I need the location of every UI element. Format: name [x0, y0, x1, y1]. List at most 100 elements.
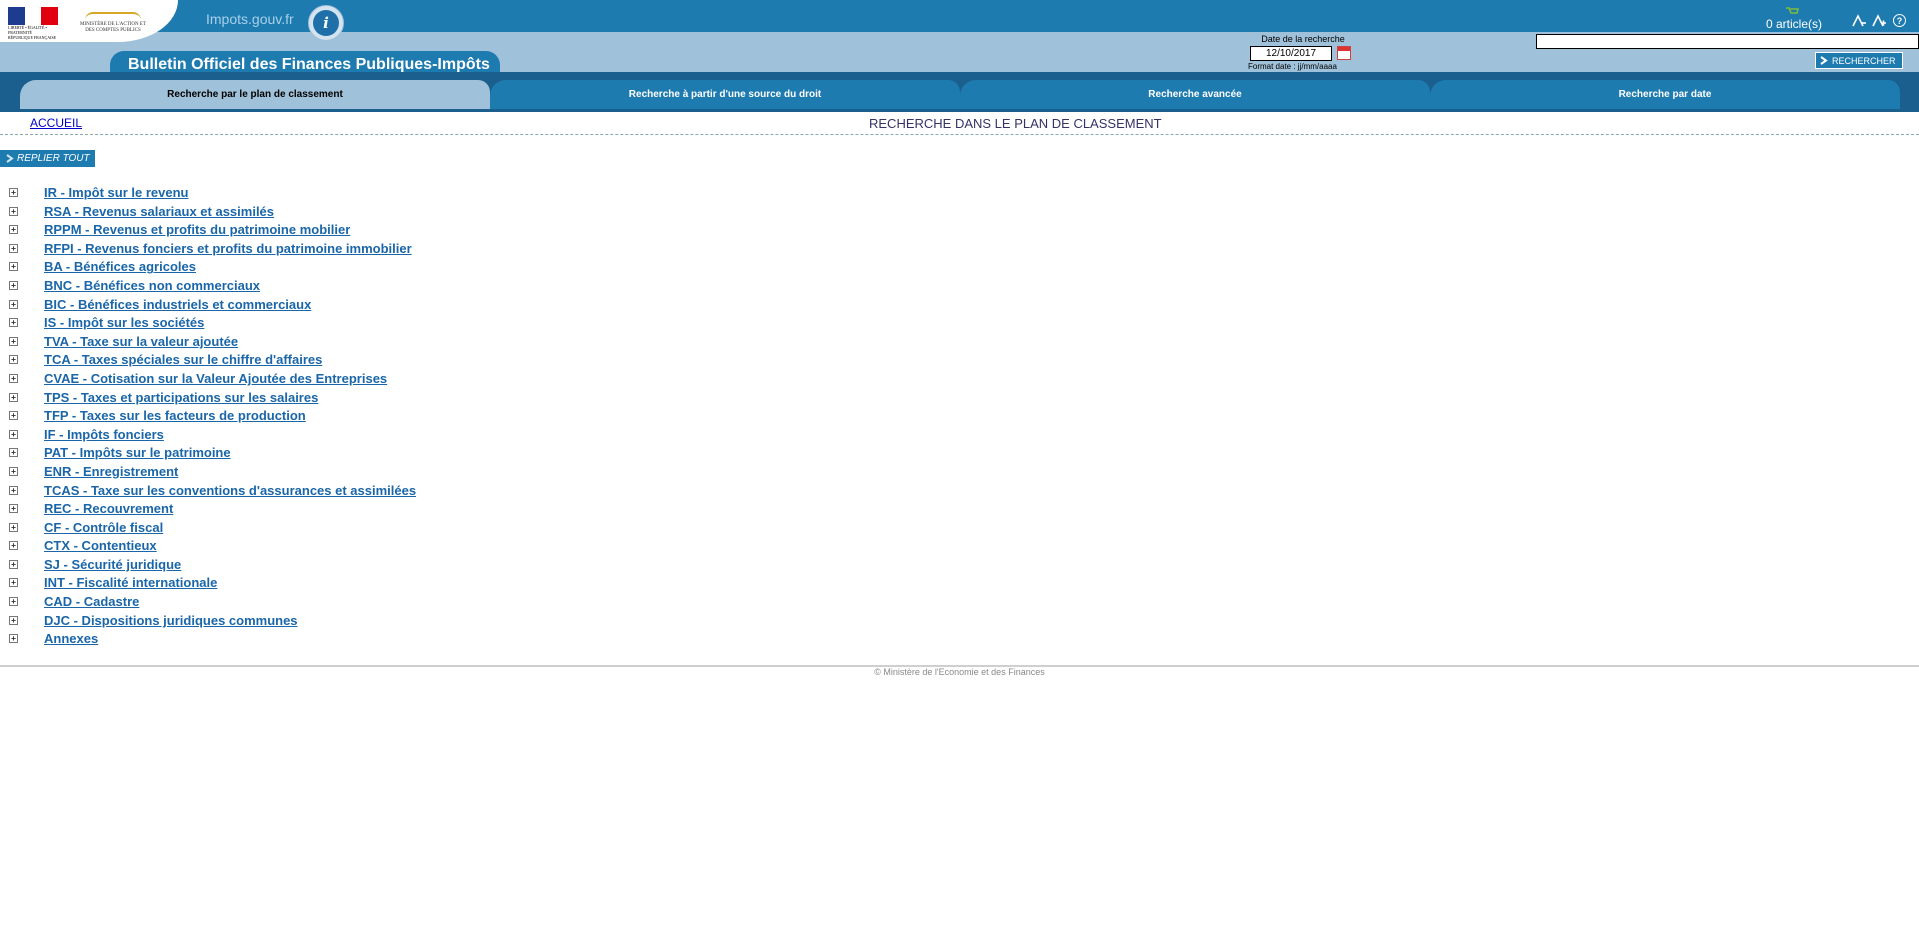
tree-item: + REC - Recouvrement — [0, 500, 600, 519]
tree-item-link[interactable]: RFPI - Revenus fonciers et profits du pa… — [44, 241, 412, 256]
increase-text-icon[interactable] — [1871, 14, 1887, 28]
tree-item: + DJC - Dispositions juridiques communes — [0, 612, 600, 631]
tab-label: Recherche à partir d'une source du droit — [628, 89, 822, 100]
tree-item-link[interactable]: REC - Recouvrement — [44, 501, 173, 516]
tree-item-link[interactable]: TVA - Taxe sur la valeur ajoutée — [44, 334, 238, 349]
collapse-all-button[interactable]: REPLIER TOUT — [0, 150, 95, 167]
tree-item-link[interactable]: INT - Fiscalité internationale — [44, 575, 217, 590]
tree-item-link[interactable]: IR - Impôt sur le revenu — [44, 185, 188, 200]
expand-plus-icon[interactable]: + — [9, 206, 18, 216]
tree-item-link[interactable]: SJ - Sécurité juridique — [44, 557, 181, 572]
tree-item-link[interactable]: Annexes — [44, 631, 98, 646]
tree-item: + TCA - Taxes spéciales sur le chiffre d'… — [0, 351, 600, 370]
tree-item-link[interactable]: TFP - Taxes sur les facteurs de producti… — [44, 408, 306, 423]
expand-plus-icon[interactable]: + — [9, 225, 18, 235]
expand-plus-icon[interactable]: + — [9, 280, 18, 290]
classification-tree: + IR - Impôt sur le revenu + RSA - Revenus … — [0, 184, 600, 649]
tree-item-link[interactable]: TCAS - Taxe sur les conventions d'assura… — [44, 483, 416, 498]
expand-plus-icon[interactable]: + — [9, 299, 18, 309]
tab-label: Recherche par le plan de classement — [167, 89, 343, 100]
expand-plus-icon[interactable]: + — [9, 355, 18, 365]
expand-plus-icon[interactable]: + — [9, 411, 18, 421]
republic-name: République Française — [8, 35, 57, 40]
expand-plus-icon[interactable]: + — [9, 541, 18, 551]
tree-item: + RSA - Revenus salariaux et assimilés — [0, 203, 600, 222]
expand-plus-icon[interactable]: + — [9, 373, 18, 383]
search-button[interactable]: RECHERCHER — [1815, 52, 1903, 69]
expand-plus-icon[interactable]: + — [9, 466, 18, 476]
tree-item-link[interactable]: DJC - Dispositions juridiques communes — [44, 613, 298, 628]
expand-plus-icon[interactable]: + — [9, 429, 18, 439]
tree-item-link[interactable]: CTX - Contentieux — [44, 538, 157, 553]
tree-item-link[interactable]: CAD - Cadastre — [44, 594, 139, 609]
tree-item-link[interactable]: RSA - Revenus salariaux et assimilés — [44, 204, 274, 219]
calendar-icon[interactable] — [1337, 46, 1351, 60]
tree-item: + CVAE - Cotisation sur la Valeur Ajoutée… — [0, 370, 600, 389]
tree-item: + TFP - Taxes sur les facteurs de product… — [0, 407, 600, 426]
expand-plus-icon[interactable]: + — [9, 485, 18, 495]
french-flag-icon — [8, 7, 59, 25]
arrow-right-icon — [1820, 56, 1828, 65]
tree-item-link[interactable]: CVAE - Cotisation sur la Valeur Ajoutée … — [44, 371, 387, 386]
tab-date-search[interactable]: Recherche par date — [1430, 80, 1900, 109]
tree-item-link[interactable]: BIC - Bénéfices industriels et commercia… — [44, 297, 311, 312]
tree-item-link[interactable]: TCA - Taxes spéciales sur le chiffre d'a… — [44, 352, 322, 367]
tree-item: + TVA - Taxe sur la valeur ajoutée — [0, 333, 600, 352]
tree-item: + INT - Fiscalité internationale — [0, 574, 600, 593]
tree-item: + ENR - Enregistrement — [0, 463, 600, 482]
expand-plus-icon[interactable]: + — [9, 243, 18, 253]
expand-plus-icon[interactable]: + — [9, 262, 18, 272]
help-icon[interactable]: ? — [1893, 14, 1906, 27]
breadcrumb: ACCUEIL RECHERCHE DANS LE PLAN DE CLASSE… — [0, 112, 1919, 135]
search-input[interactable] — [1536, 34, 1919, 49]
tree-item: + CTX - Contentieux — [0, 537, 600, 556]
expand-plus-icon[interactable]: + — [9, 615, 18, 625]
expand-plus-icon[interactable]: + — [9, 504, 18, 514]
expand-plus-icon[interactable]: + — [9, 318, 18, 328]
expand-plus-icon[interactable]: + — [9, 578, 18, 588]
tree-item-link[interactable]: TPS - Taxes et participations sur les sa… — [44, 390, 318, 405]
decrease-text-icon[interactable] — [1851, 14, 1867, 28]
info-icon[interactable]: i — [308, 5, 344, 41]
tree-item-link[interactable]: IS - Impôt sur les sociétés — [44, 315, 204, 330]
tree-item: + IR - Impôt sur le revenu — [0, 184, 600, 203]
tree-item: + TPS - Taxes et participations sur les s… — [0, 389, 600, 408]
republic-motto: Liberté • Égalité • Fraternité — [8, 25, 47, 35]
expand-plus-icon[interactable]: + — [9, 634, 18, 644]
tree-item-link[interactable]: IF - Impôts fonciers — [44, 427, 164, 442]
tree-item-link[interactable]: BA - Bénéfices agricoles — [44, 259, 196, 274]
tab-label: Recherche par date — [1618, 89, 1712, 100]
expand-plus-icon[interactable]: + — [9, 597, 18, 607]
date-input[interactable] — [1250, 46, 1332, 61]
logo-area: Liberté • Égalité • Fraternité Républiqu… — [0, 0, 178, 42]
tree-item: + RFPI - Revenus fonciers et profits du p… — [0, 240, 600, 259]
site-name-link[interactable]: Impots.gouv.fr — [206, 11, 294, 27]
cart-count[interactable]: 0 article(s) — [1766, 17, 1822, 31]
tree-item: + TCAS - Taxe sur les conventions d'assur… — [0, 482, 600, 501]
tree-item: + BA - Bénéfices agricoles — [0, 258, 600, 277]
tree-item-link[interactable]: ENR - Enregistrement — [44, 464, 178, 479]
tree-item: + PAT - Impôts sur le patrimoine — [0, 444, 600, 463]
tree-item-link[interactable]: CF - Contrôle fiscal — [44, 520, 163, 535]
tab-advanced-search[interactable]: Recherche avancée — [960, 80, 1430, 109]
tab-classification-plan[interactable]: Recherche par le plan de classement — [20, 80, 490, 109]
tree-item: + IS - Impôt sur les sociétés — [0, 314, 600, 333]
expand-plus-icon[interactable]: + — [9, 448, 18, 458]
ministry-logo[interactable]: Ministère de l'action et des comptes pub… — [75, 12, 151, 34]
tree-item: + SJ - Sécurité juridique — [0, 556, 600, 575]
home-link[interactable]: ACCUEIL — [30, 116, 82, 130]
tree-item-link[interactable]: BNC - Bénéfices non commerciaux — [44, 278, 260, 293]
expand-plus-icon[interactable]: + — [9, 336, 18, 346]
expand-plus-icon[interactable]: + — [9, 392, 18, 402]
expand-plus-icon[interactable]: + — [9, 522, 18, 532]
expand-plus-icon[interactable]: + — [9, 188, 18, 197]
ministry-name: Ministère de l'action et des comptes pub… — [79, 22, 147, 33]
arrow-right-icon — [6, 154, 14, 163]
tab-law-source[interactable]: Recherche à partir d'une source du droit — [490, 80, 960, 109]
ministry-arc-icon — [85, 12, 141, 20]
tree-item-link[interactable]: PAT - Impôts sur le patrimoine — [44, 445, 231, 460]
expand-plus-icon[interactable]: + — [9, 559, 18, 569]
republique-francaise-logo[interactable]: Liberté • Égalité • Fraternité Républiqu… — [8, 7, 59, 40]
cart-icon[interactable] — [1785, 7, 1799, 15]
tree-item-link[interactable]: RPPM - Revenus et profits du patrimoine … — [44, 222, 350, 237]
